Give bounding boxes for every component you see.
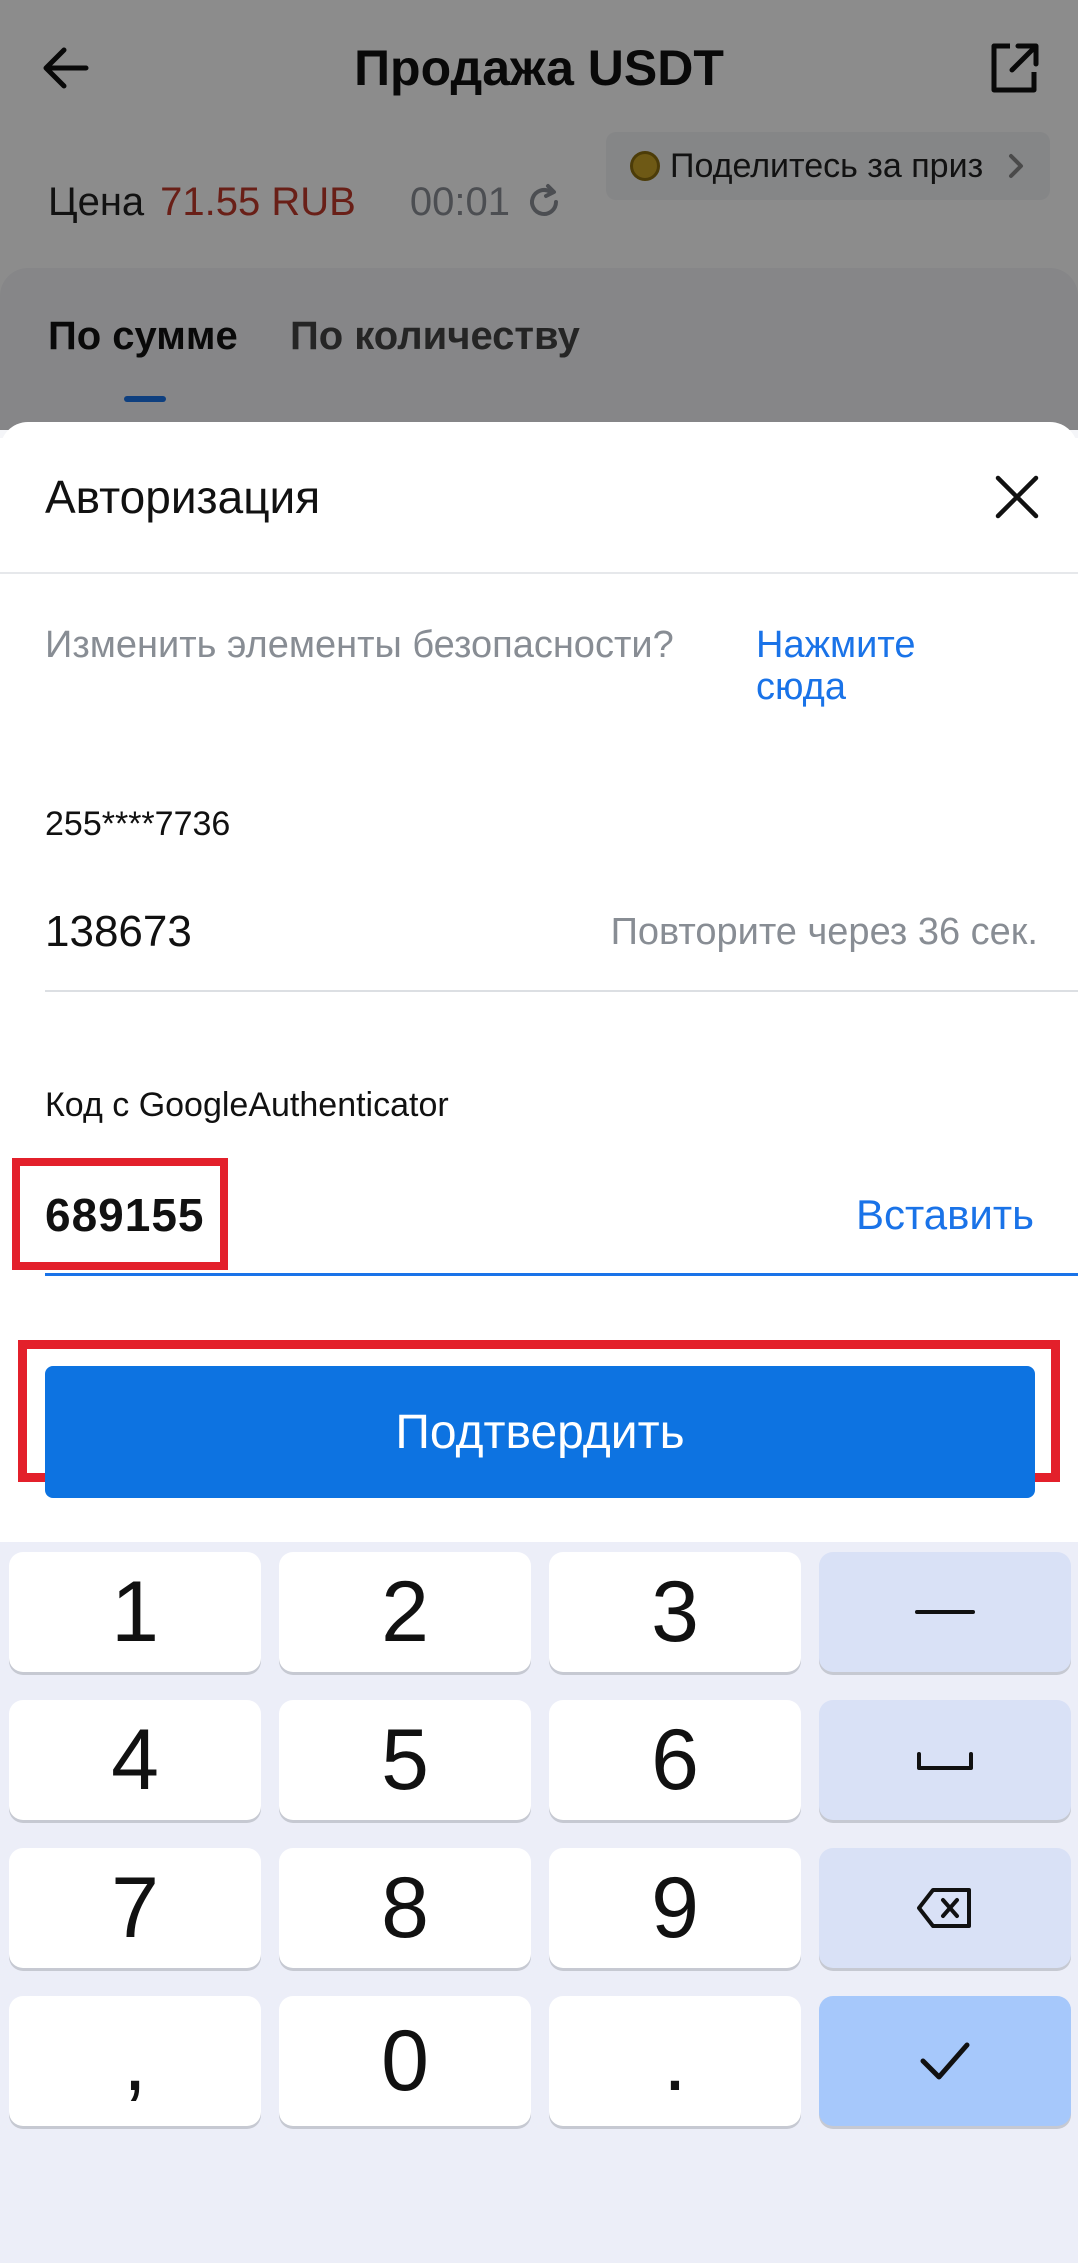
google-auth-label: Код с GoogleAuthenticator (45, 1086, 449, 1124)
key-0[interactable]: 0 (279, 1996, 531, 2126)
done-key[interactable] (819, 1996, 1071, 2126)
sms-input-underline (45, 990, 1078, 992)
background-page: Продажа USDT Цена 71.55 RUB 00:01 Подели… (0, 0, 1078, 438)
sms-code-input[interactable]: 138673 (45, 907, 192, 957)
phone-label: 255****7736 (45, 805, 231, 843)
confirm-button[interactable]: Подтвердить (45, 1366, 1035, 1498)
key-3[interactable]: 3 (549, 1552, 801, 1672)
google-auth-underline (45, 1273, 1078, 1276)
security-question: Изменить элементы безопасности? (45, 624, 674, 666)
key-1[interactable]: 1 (9, 1552, 261, 1672)
resend-countdown: Повторите через 36 сек. (610, 911, 1038, 953)
backspace-key[interactable] (819, 1848, 1071, 1968)
close-button[interactable] (992, 472, 1042, 522)
key-4[interactable]: 4 (9, 1700, 261, 1820)
google-auth-input[interactable]: 689155 (45, 1188, 205, 1242)
backspace-icon (917, 1888, 971, 1928)
minus-icon (915, 1610, 975, 1614)
dim-overlay[interactable] (0, 0, 1078, 430)
close-icon (995, 475, 1039, 519)
key-8[interactable]: 8 (279, 1848, 531, 1968)
key-6[interactable]: 6 (549, 1700, 801, 1820)
key-9[interactable]: 9 (549, 1848, 801, 1968)
space-icon (917, 1752, 973, 1770)
security-link[interactable]: Нажмите сюда (756, 624, 976, 708)
key-2[interactable]: 2 (279, 1552, 531, 1672)
minus-key[interactable] (819, 1552, 1071, 1672)
sheet-title: Авторизация (45, 471, 321, 523)
sheet-divider (0, 572, 1078, 574)
key-dot[interactable]: . (549, 1996, 801, 2126)
paste-button[interactable]: Вставить (856, 1191, 1034, 1239)
check-icon (920, 2042, 970, 2080)
key-7[interactable]: 7 (9, 1848, 261, 1968)
numeric-keypad: 1 2 3 4 5 6 7 8 9 , 0 . (0, 1542, 1078, 2263)
space-key[interactable] (819, 1700, 1071, 1820)
key-comma[interactable]: , (9, 1996, 261, 2126)
key-5[interactable]: 5 (279, 1700, 531, 1820)
